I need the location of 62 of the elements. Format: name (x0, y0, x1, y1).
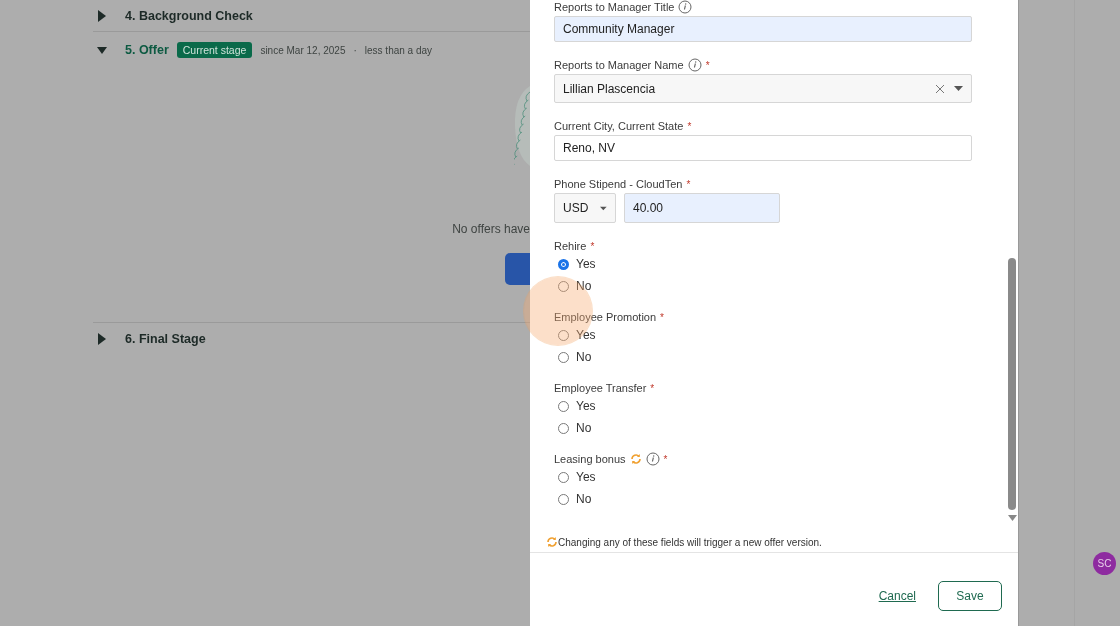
select-field[interactable]: Lillian Plascencia (554, 74, 973, 103)
text-field[interactable]: Community Manager (554, 16, 973, 42)
radio-label: Yes (576, 470, 596, 484)
required-mark: * (650, 382, 655, 394)
field-label: Rehire (554, 240, 587, 252)
radio-label: No (576, 350, 592, 364)
caret-down-icon[interactable] (97, 44, 107, 56)
empty-message: No offers have (452, 222, 530, 236)
user-avatar[interactable]: SC (1093, 552, 1116, 575)
field-label: Current City, Current State (554, 120, 684, 132)
save-button[interactable]: Save (938, 581, 1002, 611)
required-mark: * (705, 59, 710, 71)
radio-button[interactable] (558, 493, 569, 505)
field-label: Employee Promotion (554, 311, 657, 323)
field-label: Reports to Manager Title (554, 1, 675, 13)
radio-button[interactable] (558, 471, 569, 483)
clear-icon[interactable] (936, 84, 945, 93)
caret-right-icon[interactable] (97, 332, 107, 345)
stage-title: 6. Final Stage (125, 331, 206, 346)
radio-button[interactable] (558, 400, 569, 412)
radio-button[interactable] (558, 422, 569, 434)
info-icon[interactable] (678, 0, 693, 14)
caret-right-icon[interactable] (97, 9, 107, 22)
info-icon[interactable] (645, 452, 660, 466)
radio-button[interactable] (558, 258, 569, 270)
radio-button[interactable] (558, 351, 569, 363)
refresh-icon (546, 536, 558, 548)
scroll-down-icon[interactable] (1007, 515, 1017, 521)
required-mark: * (687, 120, 692, 132)
radio-label: No (576, 492, 592, 506)
scrollbar-thumb[interactable] (1008, 258, 1017, 510)
radio-label: Yes (576, 328, 596, 342)
radio-button[interactable] (558, 280, 569, 292)
field-label: Employee Transfer (554, 382, 647, 394)
dropdown-caret-icon[interactable] (954, 86, 964, 91)
required-mark: * (590, 240, 595, 252)
required-mark: * (663, 453, 668, 465)
text-field[interactable]: Reno, NV (554, 135, 973, 161)
radio-label: Yes (576, 257, 596, 271)
stage-title: 4. Background Check (125, 8, 253, 23)
radio-label: No (576, 279, 592, 293)
field-label: Leasing bonus (554, 453, 626, 465)
select-value: Lillian Plascencia (563, 81, 657, 96)
stage-title: 5. Offer (125, 43, 169, 57)
note-text: Changing any of these fields will trigger a new offer version. (558, 536, 822, 548)
dropdown-caret-icon[interactable] (600, 205, 607, 211)
required-mark: * (686, 178, 691, 190)
radio-label: Yes (576, 399, 596, 413)
info-icon[interactable] (687, 58, 702, 72)
stage-badge: Current stage (176, 42, 253, 58)
field-label: Reports to Manager Name (554, 59, 684, 71)
required-mark: * (660, 311, 664, 323)
separator-dot: · (353, 44, 357, 56)
stage-date: since Mar 12, 2025 (260, 44, 346, 56)
field-label: Phone Stipend - CloudTen (554, 178, 683, 190)
stage-duration: less than a day (364, 44, 433, 56)
radio-button[interactable] (558, 329, 569, 341)
currency-select[interactable]: USD (554, 193, 616, 223)
radio-label: No (576, 421, 592, 435)
currency-value: USD (563, 201, 589, 215)
amount-field[interactable]: 40.00 (624, 193, 780, 223)
cancel-link[interactable]: Cancel (878, 589, 916, 603)
